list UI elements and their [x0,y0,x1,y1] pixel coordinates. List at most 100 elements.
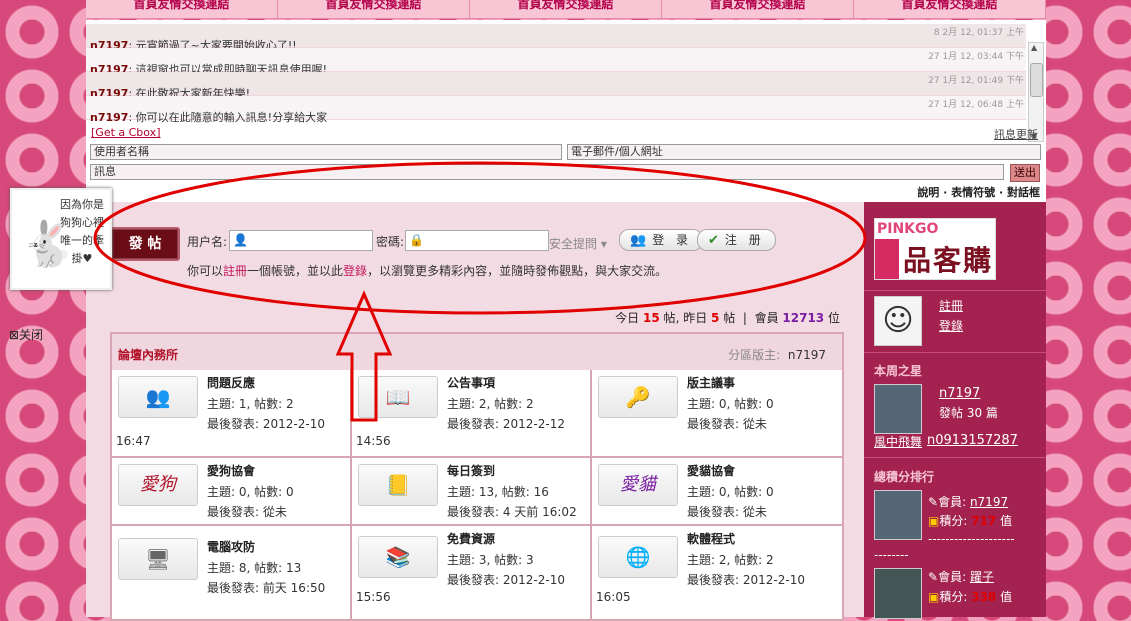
sidebar-login-link[interactable]: 登錄 [939,317,963,334]
divider [864,352,1046,353]
hint-login-link[interactable]: 登錄 [343,264,367,278]
login-button[interactable]: 👥 登 录 [619,229,704,251]
security-question-select[interactable]: 安全提問 ▾ [549,235,607,252]
notebook-icon[interactable]: 📖 [358,376,438,418]
board-last-time: 14:56 [356,434,391,448]
send-button[interactable]: 送出 [1010,164,1040,182]
logo-top-text: PINKGO [877,221,939,237]
star-user-b-link[interactable]: n0913157287 [927,433,1018,448]
board-title[interactable]: 愛狗協會 [207,462,255,479]
board-title[interactable]: 版主議事 [687,374,735,391]
board-cell[interactable]: 🖥 電腦攻防 主題: 8, 帖數: 13 最後發表: 前天 16:50 [112,526,352,619]
guest-avatar: ☺ [874,296,922,346]
rank-member-link[interactable]: 躍子 [970,570,994,584]
pinkgo-logo[interactable]: PINKGO 品客購 [874,218,996,280]
password-input[interactable]: 🔒 [405,230,549,251]
chat-name-input[interactable]: 使用者名稱 [90,144,562,160]
planner-icon[interactable]: 📒 [358,464,438,506]
forum-section: 論壇內務所 分區版主: n7197 👥 問題反應 主題: 1, 帖數: 2 最後發… [110,332,844,621]
scroll-up-icon[interactable]: ▲ [1031,43,1037,52]
star-user-a-link[interactable]: 風中飛舞 [874,433,922,450]
chat-url-input[interactable]: 電子郵件/個人網址 [567,144,1041,160]
rank-member-link[interactable]: n7197 [970,495,1008,509]
hint-register-link[interactable]: 註冊 [223,264,247,278]
top-link[interactable]: 首頁友情交換連結 [662,0,854,18]
board-cell[interactable]: 📖 公告事項 主題: 2, 帖數: 2 最後發表: 2012-2-12 14:56 [352,370,592,458]
people-icon[interactable]: 👥 [118,376,198,418]
top-link[interactable]: 首頁友情交換連結 [470,0,662,18]
chat-footer-links[interactable]: 說明 · 表情符號 · 對話框 [917,184,1040,200]
sidebar-register-link[interactable]: 註冊 [939,297,963,314]
register-button[interactable]: ✔ 注 册 [697,229,776,251]
refresh-link[interactable]: 訊息更新 [994,126,1038,142]
globe-icon[interactable]: 🌐 [598,536,678,578]
moderator-label: 分區版主: [728,348,781,362]
rabbit-icon: 🐇 [20,219,75,270]
username-input[interactable]: 👤 [229,230,373,251]
board-title[interactable]: 公告事項 [447,374,495,391]
member-label: 會員: [938,495,967,509]
get-cbox-link[interactable]: [Get a Cbox] [91,126,161,139]
board-title[interactable]: 免費資源 [447,530,495,547]
today-count: 15 [643,311,660,325]
board-cell[interactable]: 📚 免費資源 主題: 3, 帖數: 3 最後發表: 2012-2-10 15:56 [352,526,592,619]
board-title[interactable]: 每日簽到 [447,462,495,479]
board-cell[interactable]: 🌐 軟體程式 主題: 2, 帖數: 2 最後發表: 2012-2-10 16:05 [592,526,842,619]
forum-title[interactable]: 論壇內務所 [118,346,178,363]
message-nick[interactable]: n7197 [90,111,128,124]
logo-main-text: 品客購 [903,244,994,277]
star-avatar[interactable] [874,384,922,434]
board-cell[interactable]: 愛貓 愛貓協會 主題: 0, 帖數: 0 最後發表: 從未 [592,458,842,526]
board-cell[interactable]: 👥 問題反應 主題: 1, 帖數: 2 最後發表: 2012-2-10 16:47 [112,370,352,458]
top-link[interactable]: 首頁友情交換連結 [86,0,278,18]
board-title[interactable]: 問題反應 [207,374,255,391]
close-ad-button[interactable]: ⊠关闭 [9,326,43,343]
rank-member: ✎會員: 躍子 [928,568,994,585]
cat-text-icon[interactable]: 愛貓 [598,464,678,506]
board-last-time: 16:47 [116,434,151,448]
chat-messages: 8 2月 12, 01:37 上午 n7197: 元宵節過了~大家要開始收心了!… [86,24,1026,142]
post-unit: 帖 [723,311,736,325]
rank-avatar[interactable] [874,568,922,619]
score-unit: 值 [1000,514,1013,528]
moderator-name[interactable]: n7197 [788,348,826,362]
star-name-link[interactable]: n7197 [939,386,980,401]
today-label: 今日 [615,311,640,325]
board-last-post: 最後發表: 前天 16:50 [207,581,326,595]
check-icon: ✔ [708,233,719,248]
board-cell[interactable]: 📒 每日簽到 主題: 13, 帖數: 16 最後發表: 4 天前 16:02 [352,458,592,526]
members-unit: 位 [827,311,840,325]
chat-message-input[interactable]: 訊息 [90,164,1004,180]
dog-text-icon[interactable]: 愛狗 [118,464,198,506]
board-stats: 主題: 2, 帖數: 2 [447,397,534,411]
books-icon[interactable]: 📚 [358,536,438,578]
board-last-post: 最後發表: 從未 [687,505,767,519]
computer-icon[interactable]: 🖥 [118,538,198,580]
users-icon: 👥 [630,233,647,248]
board-title[interactable]: 電腦攻防 [207,538,255,555]
scrollbar-thumb[interactable] [1030,63,1043,97]
board-cell[interactable]: 🔑 版主議事 主題: 0, 帖數: 0 最後發表: 從未 [592,370,842,458]
divider [864,290,1046,291]
board-stats: 主題: 1, 帖數: 2 [207,397,294,411]
rank-avatar[interactable] [874,490,922,540]
top-link[interactable]: 首頁友情交換連結 [278,0,470,18]
board-cell[interactable]: 愛狗 愛狗協會 主題: 0, 帖數: 0 最後發表: 從未 [112,458,352,526]
board-stats: 主題: 13, 帖數: 16 [447,485,549,499]
rank-member: ✎會員: n7197 [928,493,1008,510]
board-stats: 主題: 0, 帖數: 0 [207,485,294,499]
star-heading: 本周之星 [874,364,923,378]
post-button[interactable]: 發 帖 [110,227,180,261]
hint-text: 一個帳號，並以此 [247,264,344,278]
divider [864,457,1046,458]
rank-separator: -------------------- [928,532,1015,546]
top-link[interactable]: 首頁友情交換連結 [854,0,1046,18]
chat-message: 27 1月 12, 03:44 下午 n7197: 這視窗也可以當成即時聊天訊息… [86,48,1026,76]
board-stats: 主題: 2, 帖數: 2 [687,553,774,567]
hint-text: ，以瀏覽更多精彩內容，並隨時發佈觀點，與大家交流。 [367,264,668,278]
member-label: 會員: [938,570,967,584]
board-title[interactable]: 愛貓協會 [687,462,735,479]
board-title[interactable]: 軟體程式 [687,530,735,547]
mascot-ad[interactable]: 因為你是狗狗心裡唯一的牽掛♥ 🐇 [10,188,112,290]
keys-icon[interactable]: 🔑 [598,376,678,418]
